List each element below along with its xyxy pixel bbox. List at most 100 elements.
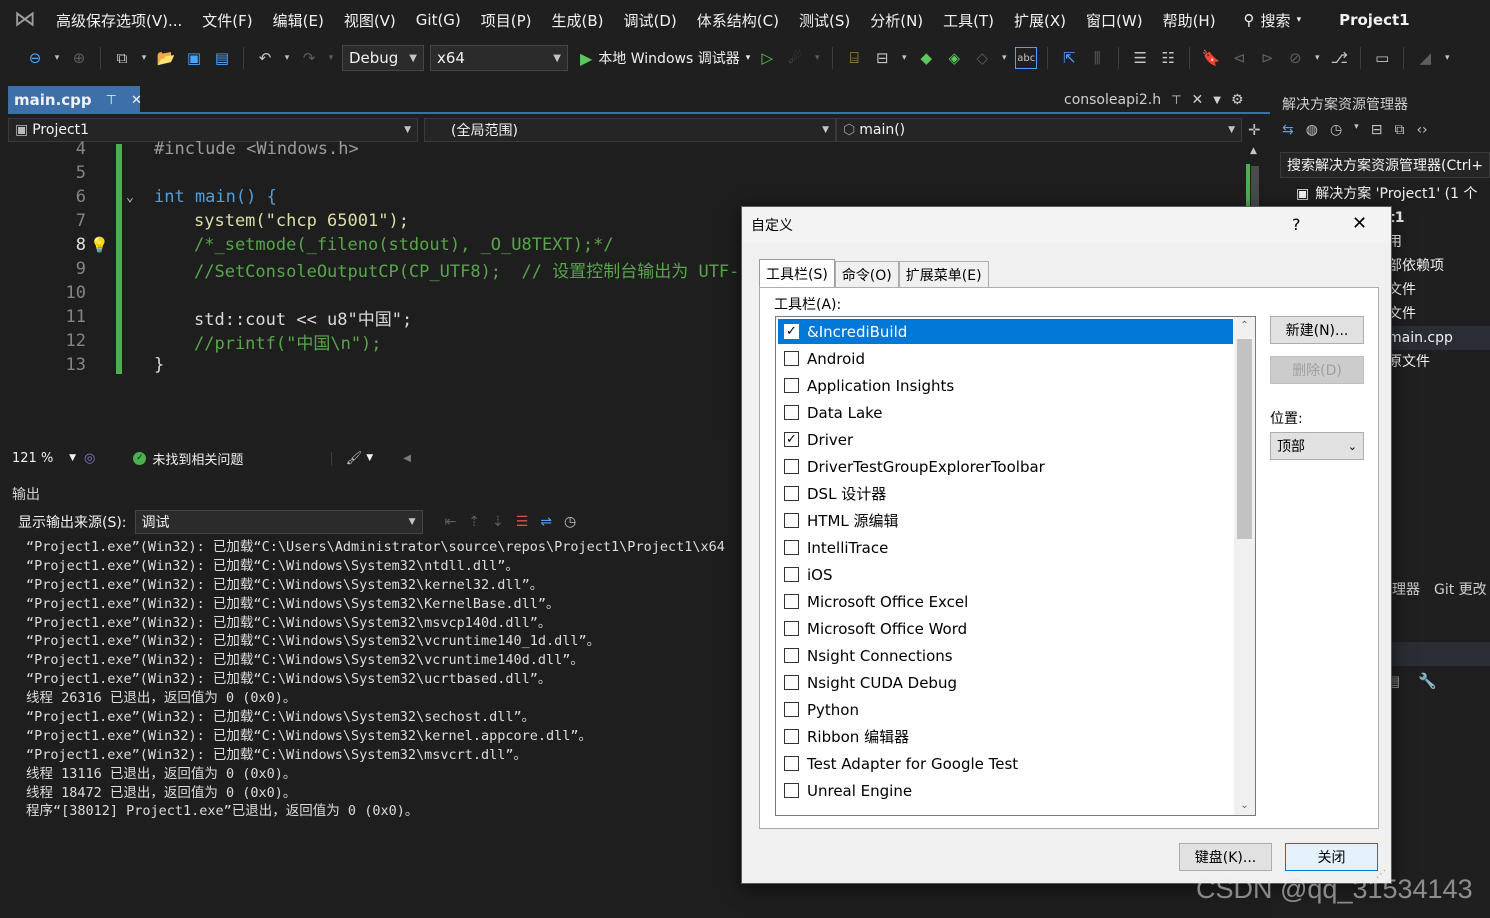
copilot-icon[interactable]: ◎ — [84, 451, 95, 466]
menu-help[interactable]: 帮助(H) — [1153, 10, 1226, 31]
undo-icon[interactable]: ↶ — [254, 47, 276, 69]
menu-debug[interactable]: 调试(D) — [614, 10, 687, 31]
list-item[interactable]: ✓ &IncrediBuild — [778, 319, 1233, 344]
rebuild-icon[interactable]: ◈ — [943, 47, 965, 69]
menu-view[interactable]: 视图(V) — [334, 10, 406, 31]
list-item[interactable]: Microsoft Office Word — [778, 616, 1233, 641]
clear-all-icon[interactable]: ☰ — [516, 514, 529, 530]
spell-check-icon[interactable]: abc — [1015, 47, 1038, 69]
search-button[interactable]: ⚲ 搜索 ▾ — [1244, 10, 1302, 31]
show-all-files-icon[interactable]: ⧉ — [1394, 122, 1404, 138]
output-source-select[interactable]: 调试 ▼ — [134, 510, 423, 534]
checkbox[interactable]: ✓ — [784, 324, 799, 339]
select-pointer-icon[interactable]: ⇱ — [1058, 47, 1080, 69]
list-item[interactable]: Nsight CUDA Debug — [778, 670, 1233, 695]
menu-build[interactable]: 生成(B) — [542, 10, 614, 31]
wrench-icon[interactable]: 🔧 — [1418, 672, 1437, 690]
checkbox[interactable] — [784, 513, 799, 528]
toolbars-list[interactable]: ✓ &IncrediBuild Android Application Insig… — [775, 316, 1256, 816]
list-item[interactable]: Python — [778, 697, 1233, 722]
checkbox[interactable] — [784, 351, 799, 366]
close-icon[interactable]: ✕ — [1352, 213, 1367, 234]
menu-advanced-save[interactable]: 高级保存选项(V)... — [46, 10, 192, 31]
zoom-select[interactable]: 121 % ▼ — [8, 447, 80, 469]
collapse-icon[interactable]: ⌄ — [126, 190, 134, 205]
chevron-down-icon[interactable]: ▾ — [1312, 47, 1322, 69]
chevron-down-icon[interactable]: ▾ — [52, 47, 62, 69]
chevron-down-icon[interactable]: ▾ — [999, 47, 1009, 69]
list-scrollbar[interactable]: ⌃ ⌄ — [1234, 317, 1255, 815]
tab-consoleapi2-h[interactable]: consoleapi2.h ⊤ ✕ ▼ ⚙ — [1064, 88, 1264, 112]
clock-icon[interactable]: ◷ — [564, 514, 576, 530]
solution-explorer-icon[interactable]: ⌸ — [843, 47, 865, 69]
scroll-left-icon[interactable]: ◀ — [403, 453, 411, 464]
checkbox[interactable] — [784, 648, 799, 663]
scroll-up-icon[interactable]: ⌃ — [1234, 317, 1255, 335]
tab-commands[interactable]: 命令(O) — [834, 261, 899, 287]
sync-icon[interactable]: ⇆ — [1282, 122, 1294, 138]
chevron-down-icon[interactable]: ▾ — [899, 47, 909, 69]
tab-main-cpp[interactable]: main.cpp ⊤ ✕ — [8, 86, 142, 114]
clear-bookmarks-icon[interactable]: ⊘ — [1284, 47, 1306, 69]
gear-icon[interactable]: ⚙ — [1231, 92, 1244, 108]
next-message-icon[interactable]: ⇣ — [492, 514, 504, 530]
checkbox[interactable] — [784, 756, 799, 771]
solution-search-input[interactable]: 搜索解决方案资源管理器(Ctrl+ — [1280, 152, 1490, 178]
redo-icon[interactable]: ↷ — [298, 47, 320, 69]
list-item[interactable]: Unreal Engine — [778, 778, 1233, 803]
align-icon[interactable]: ⫼ — [1086, 47, 1108, 69]
extension-icon[interactable]: ◢ — [1414, 47, 1436, 69]
scroll-thumb[interactable] — [1237, 339, 1252, 539]
comment-lines-icon[interactable]: ☰ — [1129, 47, 1151, 69]
chevron-down-icon[interactable]: ▾ — [282, 47, 292, 69]
position-select[interactable]: 顶部 ⌄ — [1270, 432, 1364, 460]
list-item[interactable]: IntelliTrace — [778, 535, 1233, 560]
close-icon[interactable]: ✕ — [131, 93, 142, 108]
build-icon[interactable]: ◆ — [915, 47, 937, 69]
checkbox[interactable] — [784, 702, 799, 717]
menu-extensions[interactable]: 扩展(X) — [1004, 10, 1076, 31]
collapse-all-icon[interactable]: ⊟ — [1371, 122, 1383, 138]
tab-solution-explorer[interactable]: 理器 — [1392, 579, 1420, 599]
menu-git[interactable]: Git(G) — [406, 11, 471, 29]
history-icon[interactable]: ◷ — [1330, 122, 1342, 138]
open-folder-icon[interactable]: 📂 — [155, 47, 177, 69]
lightbulb-icon[interactable]: 💡 — [90, 236, 109, 254]
menu-architecture[interactable]: 体系结构(C) — [687, 10, 789, 31]
find-message-icon[interactable]: ⇤ — [445, 514, 457, 530]
visual-studio-logo-icon[interactable]: ⋈ — [14, 7, 40, 33]
chevron-down-icon[interactable]: ▾ — [326, 47, 336, 69]
tree-item-solution[interactable]: ▣ 解决方案 'Project1' (1 个 — [1276, 182, 1490, 206]
pin-icon[interactable]: ⊤ — [106, 93, 117, 108]
split-icon[interactable]: ✛ — [1248, 121, 1261, 139]
new-toolbar-button[interactable]: 新建(N)... — [1270, 316, 1364, 344]
chevron-down-icon[interactable]: ▾ — [1354, 122, 1359, 138]
list-item[interactable]: ✓ Driver — [778, 427, 1233, 452]
tab-toolbars[interactable]: 工具栏(S) — [759, 259, 835, 287]
delete-toolbar-button[interactable]: 删除(D) — [1270, 356, 1364, 384]
start-debugging-button[interactable]: ▶ 本地 Windows 调试器 ▾ — [580, 48, 750, 68]
menu-file[interactable]: 文件(F) — [192, 10, 262, 31]
menu-analyze[interactable]: 分析(N) — [860, 10, 933, 31]
list-item[interactable]: HTML 源编辑 — [778, 508, 1233, 533]
clean-icon[interactable]: ◇ — [971, 47, 993, 69]
menu-edit[interactable]: 编辑(E) — [263, 10, 334, 31]
list-item[interactable]: iOS — [778, 562, 1233, 587]
close-icon[interactable]: ✕ — [1192, 92, 1204, 108]
menu-test[interactable]: 测试(S) — [789, 10, 860, 31]
new-project-icon[interactable]: ⧉ — [111, 47, 133, 69]
next-bookmark-icon[interactable]: ⊳ — [1256, 47, 1278, 69]
start-without-debugging-icon[interactable]: ▷ — [756, 47, 778, 69]
checkbox[interactable] — [784, 783, 799, 798]
previous-message-icon[interactable]: ⇡ — [468, 514, 480, 530]
solution-platform-select[interactable]: x64 ▼ — [430, 45, 568, 71]
list-item[interactable]: Microsoft Office Excel — [778, 589, 1233, 614]
issues-indicator[interactable]: ✓ 未找到相关问题 — [133, 449, 243, 468]
solution-configuration-select[interactable]: Debug ▼ — [342, 45, 424, 71]
checkbox[interactable] — [784, 405, 799, 420]
chevron-down-icon[interactable]: ▾ — [139, 47, 149, 69]
list-item[interactable]: Data Lake — [778, 400, 1233, 425]
save-all-icon[interactable]: ▤ — [211, 47, 233, 69]
close-button[interactable]: 关闭 — [1285, 843, 1378, 871]
checkbox[interactable] — [784, 675, 799, 690]
